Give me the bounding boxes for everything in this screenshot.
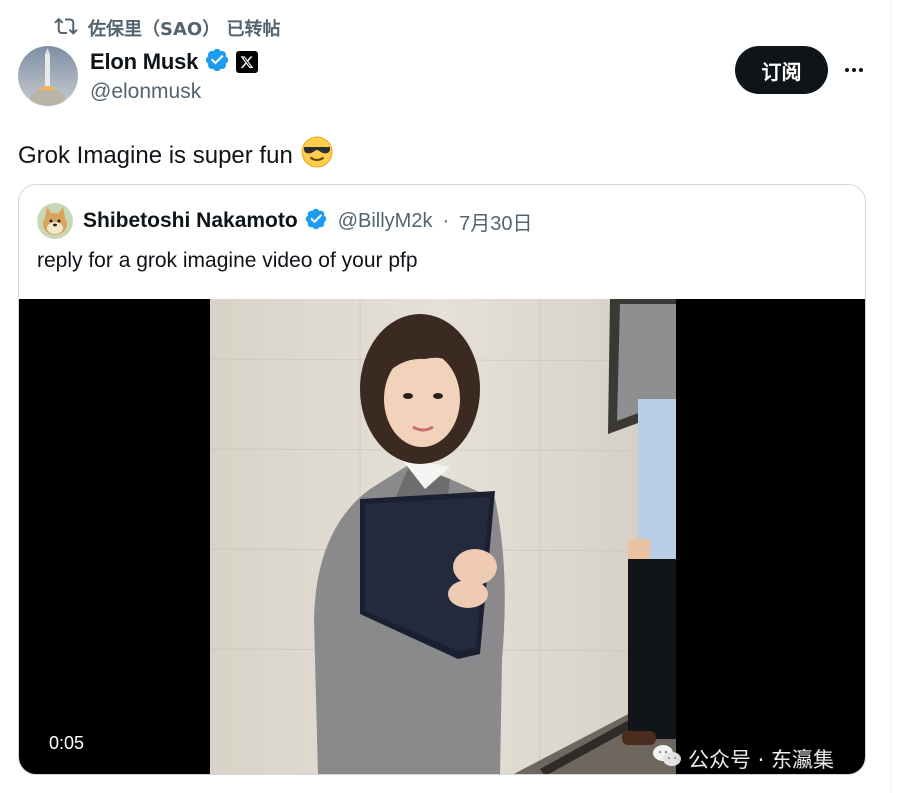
author-avatar[interactable] xyxy=(18,46,78,106)
verified-badge-icon xyxy=(204,47,230,78)
meta-separator: · xyxy=(442,209,450,232)
page-divider xyxy=(890,0,891,793)
tweet-text: Grok Imagine is super fun xyxy=(18,136,333,175)
watermark-text: 公众号 · 东瀛集 xyxy=(688,747,835,772)
more-icon[interactable] xyxy=(838,54,870,86)
subscribe-button[interactable]: 订阅 xyxy=(735,46,828,94)
wechat-icon xyxy=(652,743,682,774)
video-frame[interactable] xyxy=(210,299,676,774)
quoted-tweet-card[interactable]: Shibetoshi Nakamoto @BillyM2k · 7月30日 re… xyxy=(18,184,866,775)
video-player[interactable]: 0:05 xyxy=(19,299,865,774)
sunglasses-emoji-icon xyxy=(301,136,333,175)
verified-badge-icon xyxy=(304,207,328,236)
tweet-body: Grok Imagine is super fun xyxy=(18,141,293,169)
author-name[interactable]: Elon Musk xyxy=(90,49,198,75)
repost-indicator[interactable]: 佐保里（SAO） 已转帖 xyxy=(54,16,280,40)
quoted-tweet-header: Shibetoshi Nakamoto @BillyM2k · 7月30日 xyxy=(37,203,533,239)
watermark: 公众号 · 东瀛集 xyxy=(652,743,834,774)
quoted-tweet-date[interactable]: 7月30日 xyxy=(459,207,532,236)
repost-icon xyxy=(54,14,78,43)
author-name-row: Elon Musk xyxy=(90,47,259,78)
video-timestamp: 0:05 xyxy=(49,733,85,753)
repost-text: 佐保里（SAO） 已转帖 xyxy=(88,19,281,40)
quoted-author-name[interactable]: Shibetoshi Nakamoto xyxy=(83,209,298,233)
author-handle[interactable]: @elonmusk xyxy=(90,80,201,104)
quoted-tweet-text: reply for a grok imagine video of your p… xyxy=(37,249,418,272)
quoted-author-avatar[interactable] xyxy=(37,203,73,239)
x-affiliate-icon xyxy=(236,51,259,73)
quoted-author-handle[interactable]: @BillyM2k xyxy=(338,210,433,233)
